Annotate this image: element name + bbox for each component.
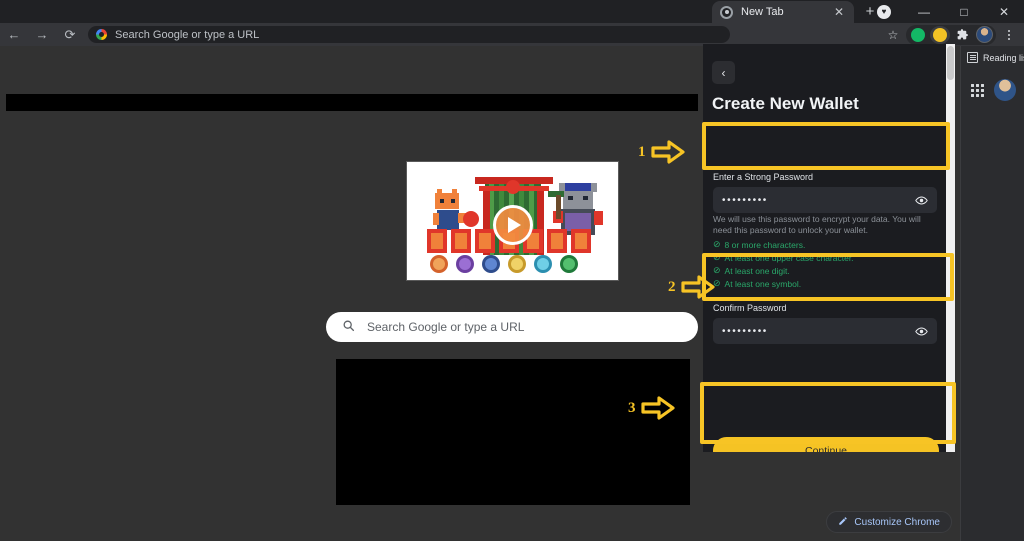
requirement-item: ⊘ At least one symbol. xyxy=(713,277,941,290)
profile-avatar[interactable] xyxy=(974,26,994,44)
arrow-right-icon xyxy=(650,140,685,164)
annotation-1: 1 xyxy=(638,140,685,164)
ntp-search-placeholder: Search Google or type a URL xyxy=(367,320,525,334)
check-circle-icon: ⊘ xyxy=(713,265,721,275)
bookmark-star-icon[interactable]: ☆ xyxy=(882,25,904,45)
window-controls: ♥ — □ ✕ xyxy=(864,0,1024,23)
maximize-button[interactable]: □ xyxy=(944,0,984,23)
browser-toolbar: ← → ⟳ Search Google or type a URL xyxy=(0,23,1024,46)
password-help-text: We will use this password to encrypt you… xyxy=(713,214,921,235)
annotation-2: 2 xyxy=(668,275,715,299)
browser-window: New Tab ✕ + ♥ — □ ✕ ← → ⟳ Search Google … xyxy=(0,0,1024,541)
tab-title: New Tab xyxy=(741,6,784,18)
requirement-item: ⊘ At least one upper case character. xyxy=(713,251,941,264)
requirement-label: At least one upper case character. xyxy=(724,252,854,263)
confirm-password-value: ••••••••• xyxy=(722,325,768,337)
wallet-scrollbar-thumb[interactable] xyxy=(947,46,954,80)
reading-list-icon xyxy=(967,52,978,63)
password-label: Enter a Strong Password xyxy=(713,172,814,182)
omnibox[interactable]: Search Google or type a URL xyxy=(88,26,730,43)
requirement-item: ⊘ 8 or more characters. xyxy=(713,238,941,251)
eye-icon[interactable] xyxy=(915,194,928,207)
confirm-password-field-group: Confirm Password ••••••••• xyxy=(713,303,937,344)
minimize-button[interactable]: — xyxy=(904,0,944,23)
google-icon xyxy=(96,29,107,40)
reading-list-entry[interactable]: Reading list xyxy=(961,46,1024,63)
tab-new-tab[interactable]: New Tab ✕ xyxy=(712,1,854,23)
password-value: ••••••••• xyxy=(722,194,768,206)
annotation-number: 1 xyxy=(638,143,646,160)
extension-wallet-icon[interactable] xyxy=(930,25,950,44)
search-icon xyxy=(342,319,355,335)
password-field-group: Enter a Strong Password ••••••••• xyxy=(713,172,937,213)
blank-content-area xyxy=(336,359,690,505)
tab-close-icon[interactable]: ✕ xyxy=(832,6,846,18)
ntp-search-box[interactable]: Search Google or type a URL xyxy=(326,312,698,342)
wallet-extension-popup: ‹ Create New Wallet Enter a Strong Passw… xyxy=(703,44,955,452)
reload-icon[interactable]: ⟳ xyxy=(56,23,84,46)
heart-button[interactable]: ♥ xyxy=(864,0,904,23)
apps-grid-icon[interactable] xyxy=(971,83,984,97)
wallet-scrollbar[interactable] xyxy=(946,44,955,452)
puzzle-piece-icon[interactable] xyxy=(952,26,972,44)
back-button[interactable]: ‹ xyxy=(712,61,735,84)
confirm-password-input[interactable]: ••••••••• xyxy=(713,318,937,344)
annotation-3: 3 xyxy=(628,396,675,420)
side-panel-actions xyxy=(961,79,1024,101)
page-title: Create New Wallet xyxy=(712,94,859,113)
requirement-label: 8 or more characters. xyxy=(724,239,806,250)
customize-chrome-button[interactable]: Customize Chrome xyxy=(826,511,952,533)
check-circle-icon: ⊘ xyxy=(713,239,721,249)
heart-icon: ♥ xyxy=(881,6,887,16)
tab-strip: New Tab ✕ + ♥ — □ ✕ xyxy=(0,0,1024,23)
tab-favicon-icon xyxy=(720,5,733,19)
annotation-number: 2 xyxy=(668,278,676,295)
arrow-right-icon xyxy=(680,275,715,299)
password-input[interactable]: ••••••••• xyxy=(713,187,937,213)
omnibox-placeholder: Search Google or type a URL xyxy=(115,28,260,41)
play-icon xyxy=(508,217,521,234)
password-requirements-list: ⊘ 8 or more characters. ⊘ At least one u… xyxy=(713,238,941,290)
doodle-play-button[interactable] xyxy=(492,205,533,246)
chrome-menu-icon[interactable] xyxy=(998,25,1020,45)
requirement-label: At least one digit. xyxy=(724,265,790,276)
blank-banner-area xyxy=(6,94,698,111)
arrow-right-icon xyxy=(640,396,675,420)
continue-button[interactable]: Continue xyxy=(713,437,939,452)
check-circle-icon: ⊘ xyxy=(713,252,721,262)
extension-pill xyxy=(906,24,996,45)
extension-green-icon[interactable] xyxy=(908,26,928,44)
pencil-icon xyxy=(838,516,848,529)
continue-button-wrap: Continue xyxy=(713,437,939,452)
back-icon[interactable]: ← xyxy=(0,23,28,46)
annotation-number: 3 xyxy=(628,399,636,416)
customize-chrome-label: Customize Chrome xyxy=(854,516,940,528)
confirm-password-label: Confirm Password xyxy=(713,303,787,313)
forward-icon[interactable]: → xyxy=(28,23,56,46)
side-panel-strip: Reading list xyxy=(960,46,1024,541)
requirement-label: At least one symbol. xyxy=(724,278,802,289)
side-profile-avatar[interactable] xyxy=(994,79,1016,101)
close-window-button[interactable]: ✕ xyxy=(984,0,1024,23)
reading-list-label: Reading list xyxy=(983,52,1024,63)
google-doodle[interactable] xyxy=(406,161,619,281)
requirement-item: ⊘ At least one digit. xyxy=(713,264,941,277)
eye-icon[interactable] xyxy=(915,325,928,338)
toolbar-right-actions: ☆ xyxy=(882,23,1020,46)
